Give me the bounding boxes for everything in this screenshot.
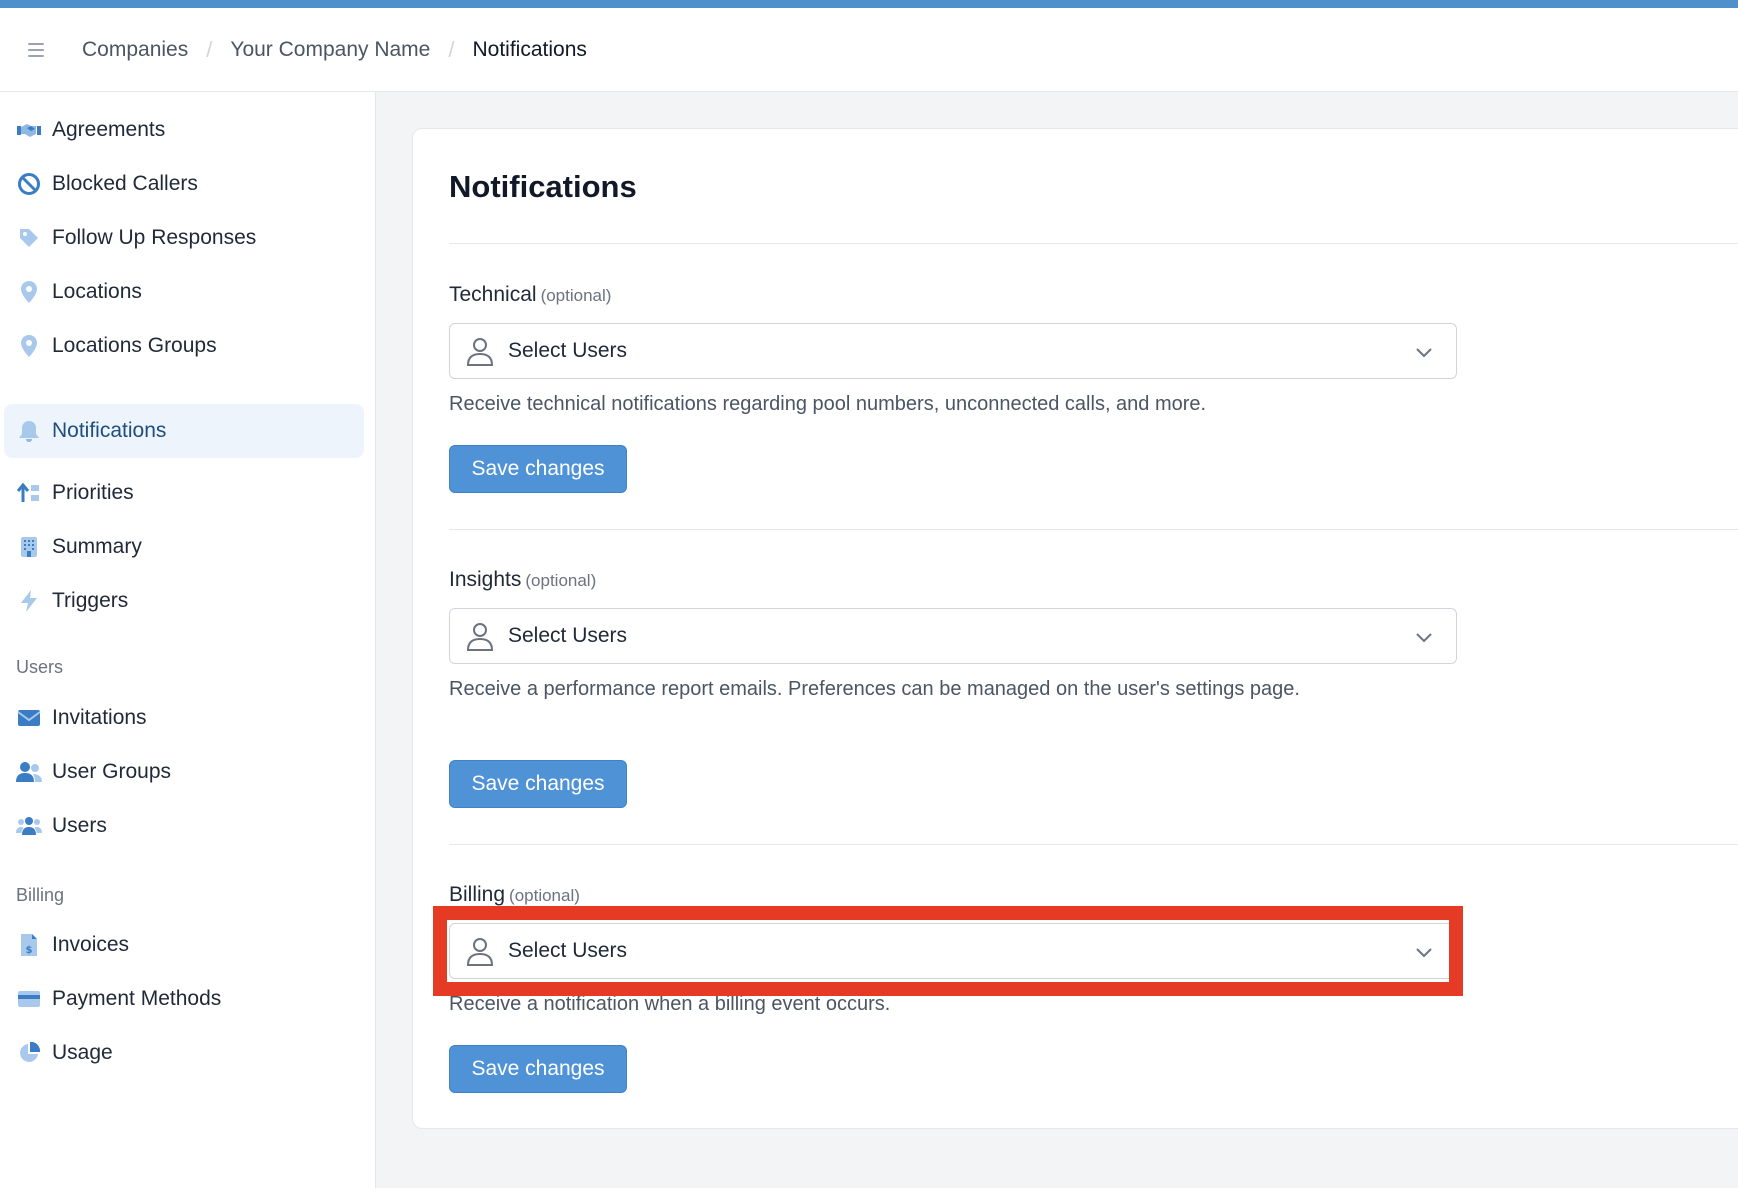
notifications-card: Notifications Technical (optional) Select… (412, 128, 1738, 1129)
pie-chart-icon (16, 1040, 42, 1066)
envelope-icon (16, 705, 42, 731)
sidebar-item-label: Invoices (52, 933, 130, 956)
sidebar-item-summary[interactable]: Summary (4, 520, 364, 574)
select-placeholder: Select Users (508, 624, 628, 647)
sidebar: Agreements Blocked Callers Follow Up Res… (0, 92, 376, 1188)
sidebar-item-invoices[interactable]: $ Invoices (4, 918, 364, 972)
breadcrumb-notifications: Notifications (472, 38, 587, 61)
sidebar-item-label: User Groups (52, 760, 172, 783)
insights-label-text: Insights (449, 568, 522, 591)
block-icon (16, 171, 42, 197)
sidebar-item-label: Invitations (52, 706, 147, 729)
billing-label: Billing (optional) (449, 883, 580, 907)
bell-icon (16, 418, 42, 444)
breadcrumb-separator: / (206, 37, 213, 62)
svg-text:$: $ (26, 945, 33, 956)
sidebar-item-locations-groups[interactable]: Locations Groups (4, 319, 364, 373)
sidebar-item-label: Notifications (52, 419, 167, 442)
billing-help-text: Receive a notification when a billing ev… (449, 993, 891, 1015)
map-pin-icon (16, 333, 42, 359)
technical-save-button[interactable]: Save changes (449, 445, 627, 493)
sidebar-item-label: Payment Methods (52, 987, 222, 1010)
hamburger-menu-icon[interactable] (24, 39, 48, 61)
credit-card-icon (16, 986, 42, 1012)
technical-help-text: Receive technical notifications regardin… (449, 393, 1207, 415)
technical-label: Technical (optional) (449, 283, 611, 307)
select-placeholder: Select Users (508, 939, 628, 962)
sidebar-item-label: Usage (52, 1041, 113, 1064)
sidebar-item-invitations[interactable]: Invitations (4, 691, 364, 745)
sidebar-item-label: Summary (52, 535, 142, 558)
sidebar-item-label: Blocked Callers (52, 172, 198, 195)
sidebar-section-billing: Billing (16, 885, 65, 905)
divider (449, 529, 1738, 530)
user-group-icon (16, 759, 42, 785)
user-icon (466, 938, 494, 966)
top-header: Companies / Your Company Name / Notifica… (0, 8, 1738, 92)
sidebar-item-payment-methods[interactable]: Payment Methods (4, 972, 364, 1026)
divider (449, 243, 1738, 244)
sidebar-item-users[interactable]: Users (4, 799, 364, 853)
breadcrumb-separator: / (448, 37, 455, 62)
breadcrumb: Companies / Your Company Name / Notifica… (82, 8, 587, 92)
page-title: Notifications (449, 169, 637, 204)
sidebar-item-notifications[interactable]: Notifications (4, 404, 364, 458)
sidebar-section-users: Users (16, 657, 64, 677)
sidebar-item-label: Locations (52, 280, 142, 303)
sidebar-item-label: Agreements (52, 118, 166, 141)
handshake-icon (16, 117, 42, 143)
optional-tag: (optional) (540, 286, 612, 305)
invoice-icon: $ (16, 932, 42, 958)
breadcrumb-company-name[interactable]: Your Company Name (230, 38, 430, 62)
sidebar-item-blocked-callers[interactable]: Blocked Callers (4, 157, 364, 211)
optional-tag: (optional) (525, 571, 597, 590)
sidebar-item-triggers[interactable]: Triggers (4, 574, 364, 628)
sidebar-item-usage[interactable]: Usage (4, 1026, 364, 1080)
billing-label-text: Billing (449, 883, 506, 906)
billing-save-button[interactable]: Save changes (449, 1045, 627, 1093)
sidebar-item-label: Priorities (52, 481, 134, 504)
sidebar-item-label: Users (52, 814, 107, 837)
insights-save-button[interactable]: Save changes (449, 760, 627, 808)
optional-tag: (optional) (509, 886, 580, 905)
select-placeholder: Select Users (508, 339, 628, 362)
chevron-down-icon (1416, 948, 1432, 958)
user-icon (466, 338, 494, 366)
building-icon (16, 534, 42, 560)
technical-user-select[interactable]: Select Users (449, 323, 1457, 379)
divider (449, 844, 1738, 845)
sidebar-item-agreements[interactable]: Agreements (4, 103, 364, 157)
sidebar-item-user-groups[interactable]: User Groups (4, 745, 364, 799)
sort-icon (16, 480, 42, 506)
insights-help-text: Receive a performance report emails. Pre… (449, 678, 1300, 700)
user-icon (466, 623, 494, 651)
sidebar-item-label: Locations Groups (52, 334, 217, 357)
sidebar-item-label: Follow Up Responses (52, 226, 257, 249)
sidebar-item-locations[interactable]: Locations (4, 265, 364, 319)
insights-user-select[interactable]: Select Users (449, 608, 1457, 664)
insights-label: Insights (optional) (449, 568, 596, 592)
sidebar-item-follow-up-responses[interactable]: Follow Up Responses (4, 211, 364, 265)
chevron-down-icon (1416, 348, 1432, 358)
billing-user-select[interactable]: Select Users (449, 923, 1457, 979)
tag-icon (16, 225, 42, 251)
top-accent-bar (0, 0, 1738, 8)
chevron-down-icon (1416, 633, 1432, 643)
sidebar-item-label: Triggers (52, 589, 129, 612)
sidebar-item-priorities[interactable]: Priorities (4, 466, 364, 520)
bolt-icon (16, 588, 42, 614)
users-icon (16, 813, 42, 839)
breadcrumb-companies[interactable]: Companies (82, 38, 188, 62)
map-pin-icon (16, 279, 42, 305)
technical-label-text: Technical (449, 283, 537, 306)
